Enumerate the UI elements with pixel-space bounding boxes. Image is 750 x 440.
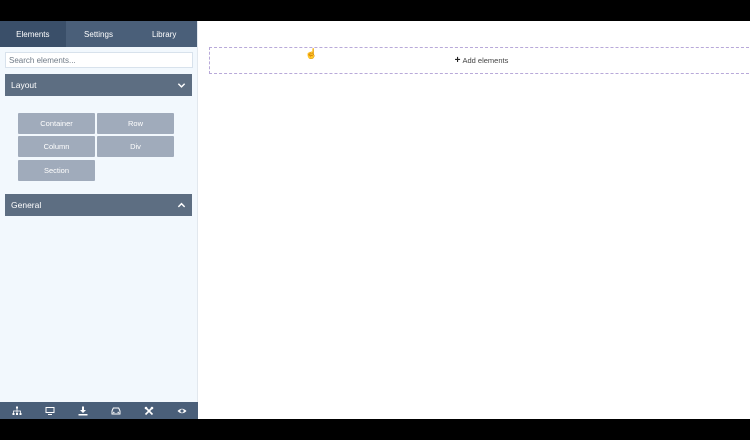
bottom-toolbar: [0, 402, 198, 419]
tab-settings[interactable]: Settings: [66, 21, 132, 47]
sidebar: Elements Settings Library Layout Contain…: [0, 21, 198, 419]
hand-cursor-icon: ☝: [305, 49, 318, 60]
app-window: Elements Settings Library Layout Contain…: [0, 21, 750, 419]
add-elements-dropzone[interactable]: + Add elements: [209, 47, 750, 74]
sitemap-icon[interactable]: [11, 405, 23, 417]
general-panel-title: General: [11, 200, 42, 210]
tools-icon[interactable]: [143, 405, 155, 417]
layout-elements-grid: Container Row Column Div Section: [5, 96, 192, 196]
search-input[interactable]: [5, 52, 193, 68]
add-elements-label: Add elements: [462, 56, 509, 65]
chevron-down-icon: [177, 82, 186, 88]
chevron-up-icon: [177, 202, 186, 207]
sidebar-tabs: Elements Settings Library: [0, 21, 197, 47]
element-column[interactable]: Column: [18, 136, 95, 157]
element-div[interactable]: Div: [97, 136, 174, 157]
element-row[interactable]: Row: [97, 113, 174, 134]
car-icon[interactable]: [110, 405, 122, 417]
general-panel-header[interactable]: General: [5, 194, 192, 216]
plus-icon: +: [454, 55, 461, 66]
layout-panel-header[interactable]: Layout: [5, 74, 192, 96]
tab-library[interactable]: Library: [131, 21, 197, 47]
element-container[interactable]: Container: [18, 113, 95, 134]
eye-icon[interactable]: [176, 405, 188, 417]
tab-elements[interactable]: Elements: [0, 21, 66, 47]
download-icon[interactable]: [77, 405, 89, 417]
page-canvas: + Add elements ☝: [199, 21, 750, 419]
element-section[interactable]: Section: [18, 160, 95, 181]
layout-panel-title: Layout: [11, 80, 37, 90]
desktop-icon[interactable]: [44, 405, 56, 417]
